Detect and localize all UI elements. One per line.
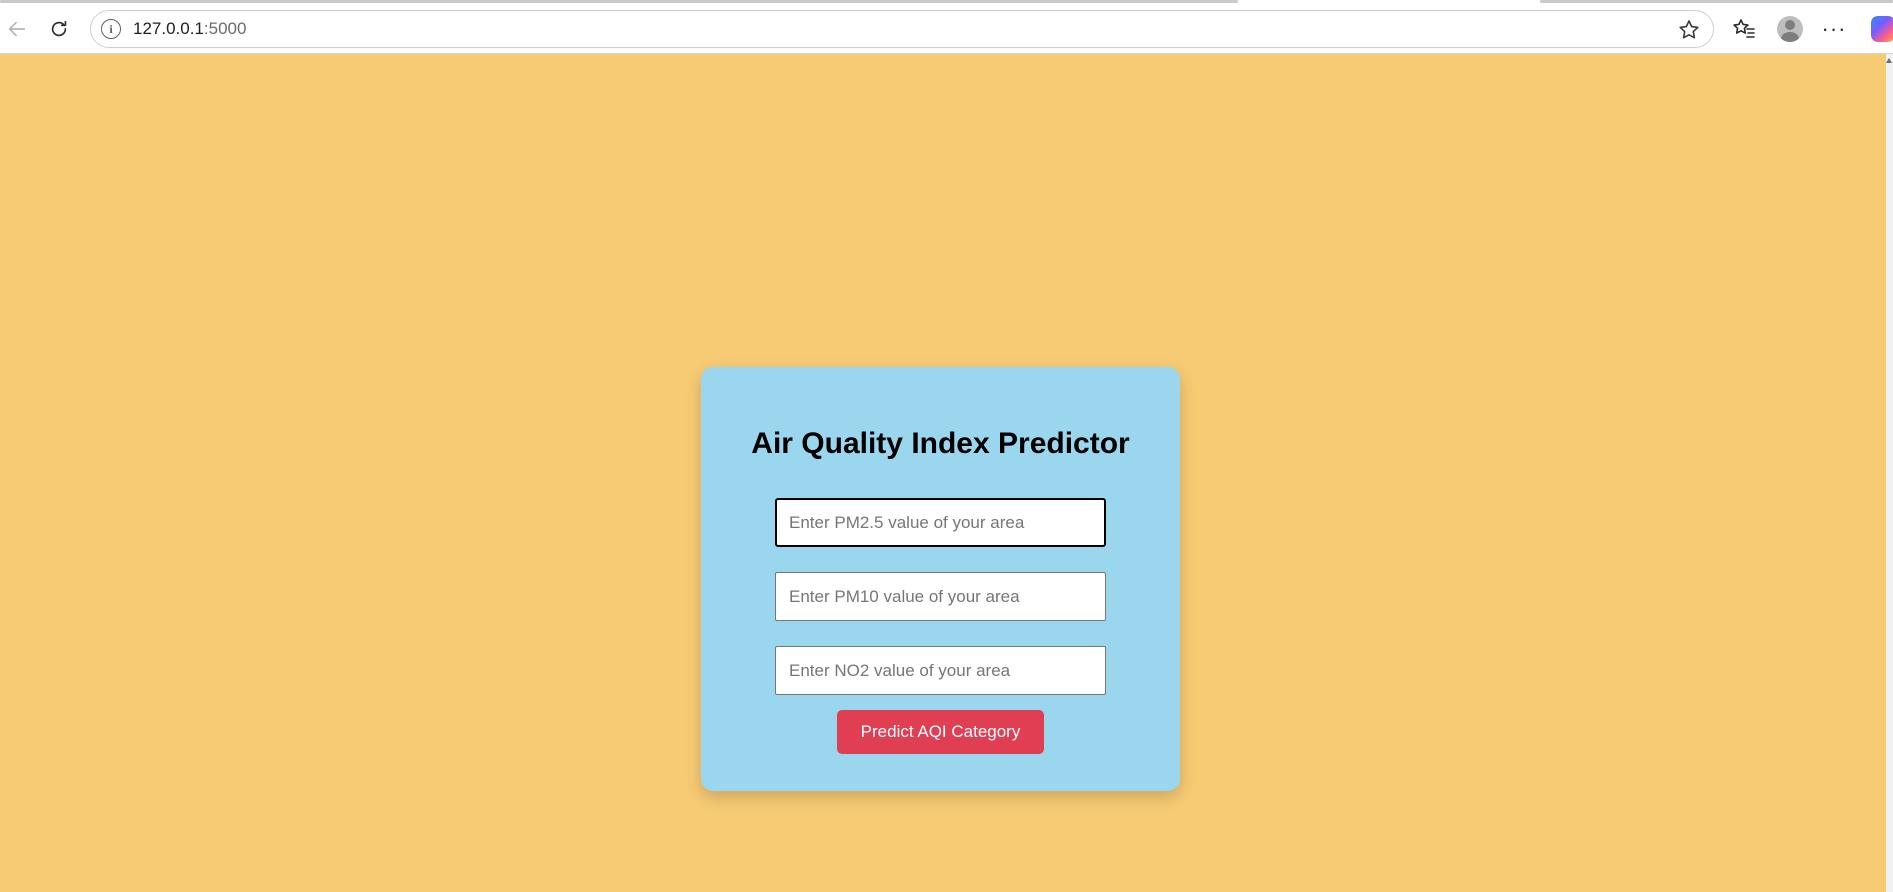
site-info-icon[interactable]: i bbox=[101, 19, 121, 39]
predict-aqi-button[interactable]: Predict AQI Category bbox=[837, 710, 1044, 754]
copilot-icon[interactable] bbox=[1871, 16, 1893, 42]
address-bar[interactable]: i 127.0.0.1:5000 bbox=[90, 10, 1714, 48]
star-icon[interactable] bbox=[1677, 18, 1701, 42]
back-arrow-icon bbox=[8, 21, 26, 37]
profile-icon bbox=[1777, 16, 1803, 42]
back-button[interactable] bbox=[0, 12, 34, 46]
url-host: 127.0.0.1 bbox=[133, 19, 204, 38]
predictor-card: Air Quality Index Predictor Predict AQI … bbox=[701, 367, 1180, 791]
page-viewport: Air Quality Index Predictor Predict AQI … bbox=[0, 54, 1886, 892]
browser-toolbar: i 127.0.0.1:5000 ··· bbox=[0, 0, 1893, 54]
address-url[interactable]: 127.0.0.1:5000 bbox=[133, 19, 246, 39]
pm25-input[interactable] bbox=[775, 498, 1106, 547]
page-scrollbar[interactable] bbox=[1886, 54, 1893, 892]
reload-button[interactable] bbox=[42, 12, 76, 46]
reload-icon bbox=[51, 20, 67, 37]
profile-button[interactable] bbox=[1773, 12, 1807, 46]
tab-strip-edge bbox=[1540, 0, 1893, 3]
more-icon: ··· bbox=[1821, 16, 1847, 41]
favorites-button[interactable] bbox=[1727, 12, 1761, 46]
page-title: Air Quality Index Predictor bbox=[751, 427, 1130, 460]
more-menu-button[interactable]: ··· bbox=[1817, 12, 1851, 46]
tab-strip-edge bbox=[0, 0, 1238, 3]
scroll-up-arrow-icon[interactable] bbox=[1886, 58, 1892, 63]
no2-input[interactable] bbox=[775, 646, 1106, 695]
pm10-input[interactable] bbox=[775, 572, 1106, 621]
favorites-icon bbox=[1733, 19, 1755, 38]
url-port: :5000 bbox=[203, 19, 247, 38]
